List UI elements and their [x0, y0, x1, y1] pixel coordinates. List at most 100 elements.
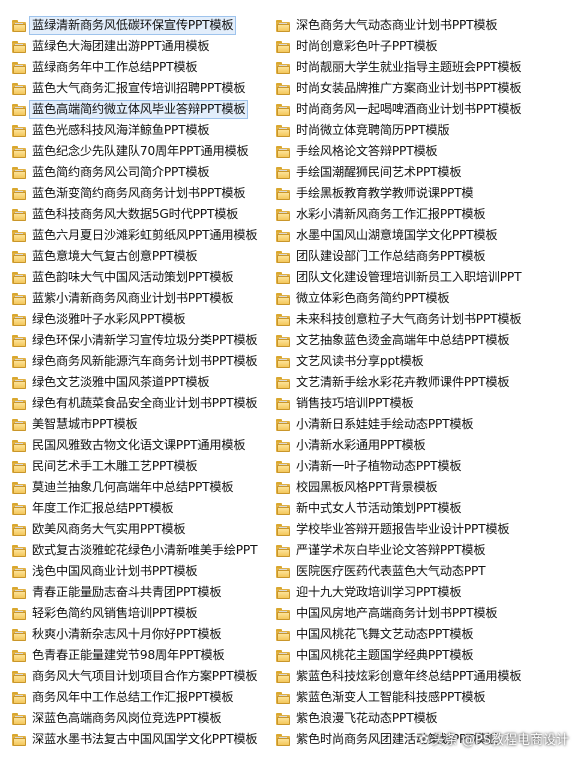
folder-item[interactable]: 团队建设部门工作总结商务PPT模板	[276, 246, 576, 267]
folder-item[interactable]: 严谨学术灰白毕业论文答辩PPT模板	[276, 540, 576, 561]
folder-icon	[12, 607, 26, 620]
folder-item[interactable]: 浅色中国风商业计划书PPT模板	[12, 561, 274, 582]
folder-item[interactable]: 轻彩色简约风销售培训PPT模板	[12, 603, 274, 624]
folder-item[interactable]: 团队文化建设管理培训新员工入职培训PPT	[276, 267, 576, 288]
folder-item[interactable]: 手绘国潮醒狮民间艺术PPT模板	[276, 162, 576, 183]
folder-item[interactable]: 深蓝水墨书法复古中国风国学文化PPT模板	[12, 729, 274, 750]
folder-item[interactable]: 蓝绿色大海团建出游PPT通用模板	[12, 36, 274, 57]
folder-item[interactable]: 商务风年中工作总结工作汇报PPT模板	[12, 687, 274, 708]
folder-item[interactable]: 医院医疗医药代表蓝色大气动态PPT	[276, 561, 576, 582]
folder-item[interactable]: 学校毕业答辩开题报告毕业设计PPT模板	[276, 519, 576, 540]
folder-icon	[276, 733, 290, 746]
folder-item[interactable]: 时尚女装品牌推广方案商业计划书PPT模板	[276, 78, 576, 99]
folder-name: 蓝色简约商务风公司简介PPT模板	[32, 165, 210, 179]
folder-icon	[12, 712, 26, 725]
folder-item[interactable]: 中国风桃花飞舞文艺动态PPT模板	[276, 624, 576, 645]
folder-item[interactable]: 时尚创意彩色叶子PPT模板	[276, 36, 576, 57]
folder-icon	[276, 691, 290, 704]
folder-item[interactable]: 文艺清新手绘水彩花卉教师课件PPT模板	[276, 372, 576, 393]
folder-item[interactable]: 紫蓝色渐变人工智能科技感PPT模板	[276, 687, 576, 708]
folder-item[interactable]: 校园黑板风格PPT背景模板	[276, 477, 576, 498]
folder-item[interactable]: 蓝紫小清新商务风商业计划书PPT模板	[12, 288, 274, 309]
folder-icon	[12, 229, 26, 242]
folder-name: 学校毕业答辩开题报告毕业设计PPT模板	[296, 522, 510, 536]
folder-item[interactable]: 小清新水彩通用PPT模板	[276, 435, 576, 456]
folder-icon	[12, 439, 26, 452]
folder-icon	[12, 628, 26, 641]
folder-item[interactable]: 民国风雅致古物文化语文课PPT通用模板	[12, 435, 274, 456]
folder-item[interactable]: 蓝绿清新商务风低碳环保宣传PPT模板	[12, 15, 274, 36]
folder-item[interactable]: 紫色浪漫飞花动态PPT模板	[276, 708, 576, 729]
folder-item[interactable]: 蓝色简约商务风公司简介PPT模板	[12, 162, 274, 183]
folder-item[interactable]: 美智慧城市PPT模板	[12, 414, 274, 435]
folder-item[interactable]: 莫迪兰抽象几何高端年中总结PPT模板	[12, 477, 274, 498]
folder-item[interactable]: 深色商务大气动态商业计划书PPT模板	[276, 15, 576, 36]
folder-icon	[12, 271, 26, 284]
folder-item[interactable]: 色青春正能量建党节98周年PPT模板	[12, 645, 274, 666]
folder-item[interactable]: 青春正能量励志奋斗共青团PPT模板	[12, 582, 274, 603]
folder-item[interactable]: 绿色有机蔬菜食品安全商业计划书PPT模板	[12, 393, 274, 414]
folder-item[interactable]: 绿色商务风新能源汽车商务计划书PPT模板	[12, 351, 274, 372]
folder-item[interactable]: 深蓝色高端商务风岗位竞选PPT模板	[12, 708, 274, 729]
folder-item[interactable]: 商务风大气项目计划项目合作方案PPT模板	[12, 666, 274, 687]
folder-icon	[12, 523, 26, 536]
folder-item[interactable]: 时尚微立体竞聘简历PPT模版	[276, 120, 576, 141]
folder-item[interactable]: 未来科技创意粒子大气商务计划书PPT模板	[276, 309, 576, 330]
folder-item[interactable]: 小清新日系娃娃手绘动态PPT模板	[276, 414, 576, 435]
folder-icon	[12, 19, 26, 32]
folder-name: 欧式复古淡雅蛇花绿色小清新唯美手绘PPT	[32, 543, 258, 557]
folder-name: 紫蓝色渐变人工智能科技感PPT模板	[296, 690, 486, 704]
folder-name: 新中式女人节活动策划PPT模板	[296, 501, 462, 515]
folder-icon	[276, 481, 290, 494]
folder-name: 文艺清新手绘水彩花卉教师课件PPT模板	[296, 375, 510, 389]
folder-item[interactable]: 新中式女人节活动策划PPT模板	[276, 498, 576, 519]
folder-item[interactable]: 蓝色光感科技风海洋鲸鱼PPT模板	[12, 120, 274, 141]
folder-item[interactable]: 迎十九大党政培训学习PPT模板	[276, 582, 576, 603]
folder-item[interactable]: 蓝色科技商务风大数据5G时代PPT模板	[12, 204, 274, 225]
folder-item[interactable]: 欧美风商务大气实用PPT模板	[12, 519, 274, 540]
folder-name: 时尚靓丽大学生就业指导主题班会PPT模板	[296, 60, 522, 74]
folder-name: 校园黑板风格PPT背景模板	[296, 480, 438, 494]
folder-name: 蓝绿清新商务风低碳环保宣传PPT模板	[28, 16, 237, 35]
folder-item[interactable]: 蓝绿商务年中工作总结PPT模板	[12, 57, 274, 78]
folder-item[interactable]: 欧式复古淡雅蛇花绿色小清新唯美手绘PPT	[12, 540, 274, 561]
folder-icon	[276, 628, 290, 641]
folder-item[interactable]: 秋爽小清新杂志风十月你好PPT模板	[12, 624, 274, 645]
folder-item[interactable]: 手绘风格论文答辩PPT模板	[276, 141, 576, 162]
folder-item[interactable]: 蓝色韵味大气中国风活动策划PPT模板	[12, 267, 274, 288]
folder-item[interactable]: 蓝色意境大气复古创意PPT模板	[12, 246, 274, 267]
folder-item[interactable]: 小清新一叶子植物动态PPT模板	[276, 456, 576, 477]
folder-item[interactable]: 蓝色纪念少先队建队70周年PPT通用模板	[12, 141, 274, 162]
folder-item[interactable]: 绿色环保小清新学习宣传垃圾分类PPT模板	[12, 330, 274, 351]
folder-item[interactable]: 中国风房地产高端商务计划书PPT模板	[276, 603, 576, 624]
folder-icon	[12, 502, 26, 515]
folder-item[interactable]: 蓝色大气商务汇报宣传培训招聘PPT模板	[12, 78, 274, 99]
folder-item[interactable]: 蓝色渐变简约商务风商务计划书PPT模板	[12, 183, 274, 204]
folder-icon	[12, 61, 26, 74]
folder-item[interactable]: 蓝色高端简约微立体风毕业答辩PPT模板	[12, 99, 274, 120]
folder-item[interactable]: 文艺风读书分享ppt模板	[276, 351, 576, 372]
folder-item[interactable]: 水墨中国风山湖意境国学文化PPT模板	[276, 225, 576, 246]
folder-item[interactable]: 微立体彩色商务简约PPT模板	[276, 288, 576, 309]
folder-icon	[276, 271, 290, 284]
folder-item[interactable]: 蓝色六月夏日沙滩彩虹剪纸风PPT通用模板	[12, 225, 274, 246]
folder-icon	[12, 649, 26, 662]
folder-item[interactable]: 民间艺术手工木雕工艺PPT模板	[12, 456, 274, 477]
folder-icon	[276, 187, 290, 200]
folder-item[interactable]: 年度工作汇报总结PPT模板	[12, 498, 274, 519]
folder-icon	[276, 250, 290, 263]
folder-item[interactable]: 紫蓝色科技炫彩创意年终总结PPT通用模板	[276, 666, 576, 687]
folder-name: 蓝色六月夏日沙滩彩虹剪纸风PPT通用模板	[32, 228, 258, 242]
folder-item[interactable]: 绿色文艺淡雅中国风茶道PPT模板	[12, 372, 274, 393]
folder-icon	[276, 607, 290, 620]
folder-item[interactable]: 中国风桃花主题国学经典PPT模板	[276, 645, 576, 666]
folder-item[interactable]: 时尚商务风一起喝啤酒商业计划书PPT模板	[276, 99, 576, 120]
folder-item[interactable]: 手绘黑板教育教学教师说课PPT模	[276, 183, 576, 204]
folder-item[interactable]: 时尚靓丽大学生就业指导主题班会PPT模板	[276, 57, 576, 78]
file-column-right: 深色商务大气动态商业计划书PPT模板 时尚创意彩色叶子PPT模板时尚靓丽大学生就业…	[276, 15, 576, 750]
folder-item[interactable]: 文艺抽象蓝色烫金高端年中总结PPT模板	[276, 330, 576, 351]
folder-item[interactable]: 销售技巧培训PPT模板	[276, 393, 576, 414]
folder-name: 迎十九大党政培训学习PPT模板	[296, 585, 462, 599]
folder-item[interactable]: 水彩小清新风商务工作汇报PPT模板	[276, 204, 576, 225]
folder-item[interactable]: 绿色淡雅叶子水彩风PPT模板	[12, 309, 274, 330]
